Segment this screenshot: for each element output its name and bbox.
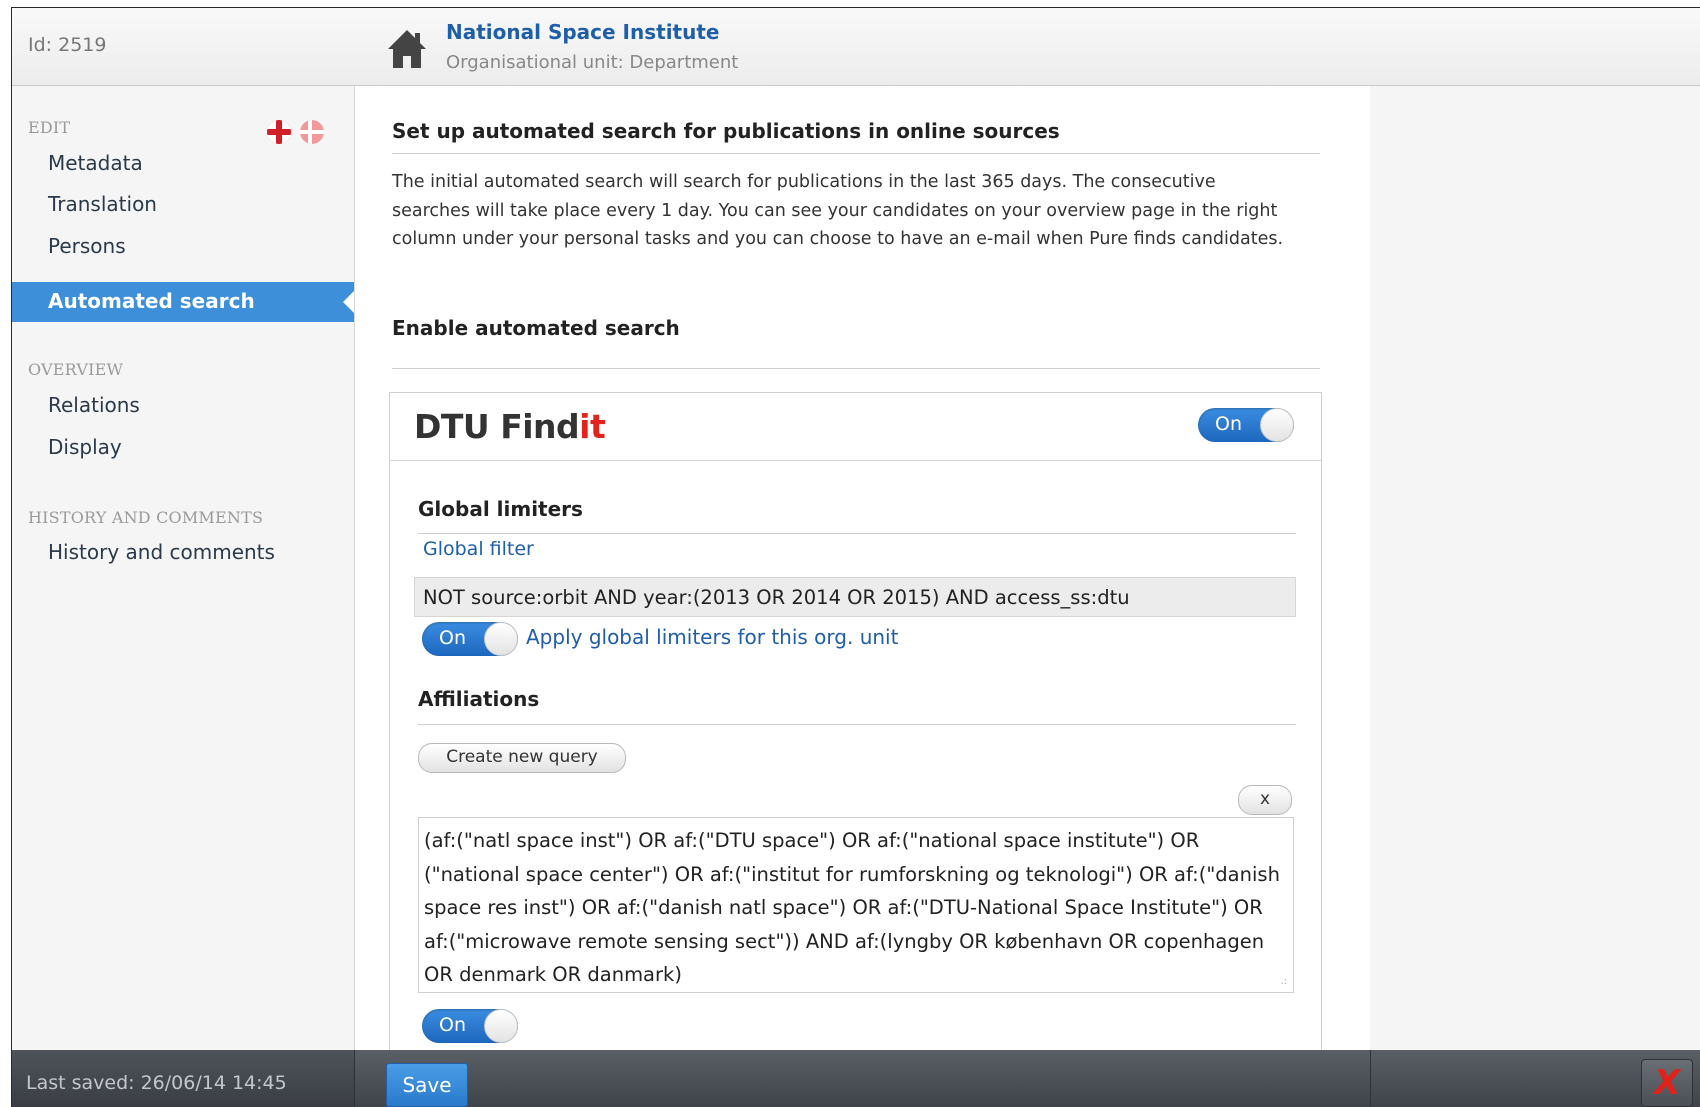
- query-enable-toggle[interactable]: On: [422, 1009, 518, 1043]
- sidebar-item-translation[interactable]: Translation: [48, 192, 157, 216]
- footer-bar: Last saved: 26/06/14 14:45 Save X: [12, 1050, 1700, 1107]
- last-saved-text: Last saved: 26/06/14 14:45: [26, 1072, 287, 1094]
- active-pointer: [343, 291, 354, 313]
- header-bar: Id: 2519 National Space Institute Organi…: [12, 8, 1700, 86]
- sidebar-item-automated-search[interactable]: Automated search: [12, 282, 354, 322]
- sidebar-item-history[interactable]: History and comments: [48, 540, 275, 564]
- close-icon: X: [1654, 1063, 1681, 1103]
- main-panel: Set up automated search for publications…: [354, 86, 1371, 1074]
- findit-header: DTU Findit On: [390, 393, 1321, 461]
- divider: [1370, 1050, 1371, 1107]
- affiliations-heading: Affiliations: [418, 687, 540, 711]
- remove-query-button[interactable]: x: [1238, 785, 1292, 815]
- app-window: Id: 2519 National Space Institute Organi…: [11, 7, 1700, 1107]
- toggle-knob: [1260, 408, 1294, 442]
- toggle-knob: [484, 1009, 518, 1043]
- findit-enable-toggle[interactable]: On: [1198, 408, 1294, 442]
- save-button[interactable]: Save: [386, 1063, 468, 1107]
- sidebar-item-display[interactable]: Display: [48, 435, 122, 459]
- create-new-query-button[interactable]: Create new query: [418, 743, 626, 773]
- toggle-knob: [484, 622, 518, 656]
- divider: [418, 533, 1296, 534]
- sidebar-item-persons[interactable]: Persons: [48, 234, 126, 258]
- flag-uk-icon[interactable]: [267, 120, 291, 144]
- divider: [418, 724, 1296, 725]
- apply-global-limiters-label[interactable]: Apply global limiters for this org. unit: [526, 625, 898, 649]
- sidebar-item-relations[interactable]: Relations: [48, 393, 140, 417]
- footer-status-area: Last saved: 26/06/14 14:45: [12, 1050, 355, 1107]
- resize-grip-icon[interactable]: .:: [1280, 976, 1287, 987]
- dtu-findit-logo: DTU Findit: [414, 407, 606, 446]
- global-filter-label: Global filter: [423, 538, 534, 560]
- page-subtitle: Organisational unit: Department: [446, 52, 739, 73]
- sidebar-heading-edit: EDIT: [28, 118, 71, 137]
- global-limiters-heading: Global limiters: [418, 497, 583, 521]
- divider: [392, 153, 1320, 154]
- flag-dk-icon[interactable]: [300, 120, 324, 144]
- enable-heading: Enable automated search: [392, 316, 680, 340]
- query-textarea[interactable]: (af:("natl space inst") OR af:("DTU spac…: [418, 817, 1294, 993]
- home-icon[interactable]: [387, 27, 427, 71]
- right-column: [1370, 86, 1700, 1056]
- sidebar-item-label: Automated search: [48, 289, 255, 313]
- sidebar-item-metadata[interactable]: Metadata: [48, 151, 143, 175]
- divider: [392, 368, 1320, 369]
- sidebar: EDIT Metadata Translation Persons Automa…: [12, 86, 354, 1056]
- global-filter-value: NOT source:orbit AND year:(2013 OR 2014 …: [414, 577, 1296, 617]
- apply-global-limiters-toggle[interactable]: On: [422, 622, 518, 656]
- page-title[interactable]: National Space Institute: [446, 20, 719, 44]
- findit-source-panel: DTU Findit On Global limiters Global fil…: [389, 392, 1322, 1074]
- intro-text: The initial automated search will search…: [392, 172, 1284, 249]
- setup-heading: Set up automated search for publications…: [392, 119, 1060, 143]
- close-button[interactable]: X: [1641, 1059, 1693, 1107]
- record-id: Id: 2519: [28, 34, 107, 56]
- sidebar-heading-overview: OVERVIEW: [28, 360, 124, 379]
- sidebar-heading-history: HISTORY AND COMMENTS: [28, 508, 264, 527]
